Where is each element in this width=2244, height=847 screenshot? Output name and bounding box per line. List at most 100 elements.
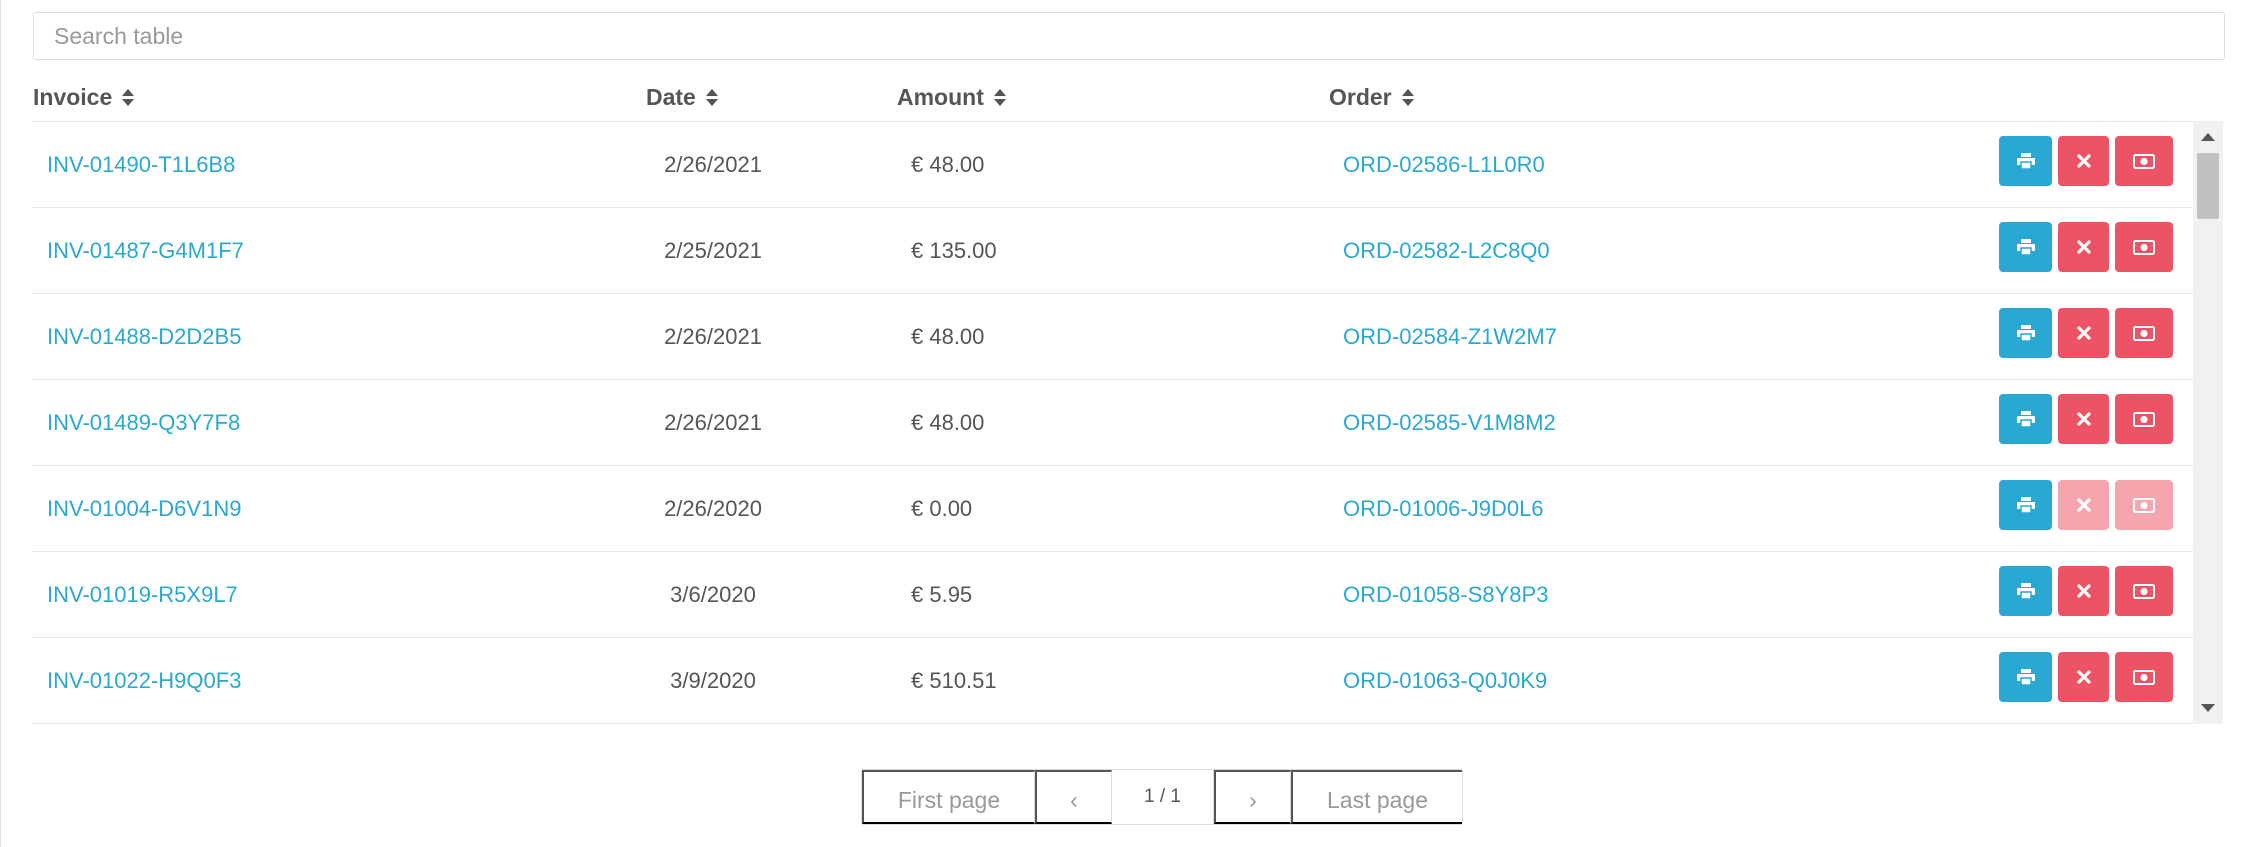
print-button[interactable] <box>1999 394 2052 444</box>
print-button[interactable] <box>1999 652 2052 702</box>
amount-cell: € 48.00 <box>911 324 985 349</box>
invoice-link[interactable]: INV-01488-D2D2B5 <box>47 294 241 379</box>
row-actions <box>1999 222 2173 272</box>
cancel-button[interactable] <box>2058 394 2109 444</box>
invoices-panel: Invoice Date Amount Order INV-01490-T1L6… <box>0 0 2244 847</box>
order-link[interactable]: ORD-02582-L2C8Q0 <box>1343 208 1550 293</box>
money-icon <box>2133 239 2155 255</box>
sort-icon <box>705 89 718 106</box>
refund-button[interactable] <box>2115 222 2173 272</box>
table-scrollbar[interactable] <box>2193 121 2223 724</box>
scroll-up-arrow-icon[interactable] <box>2201 133 2215 141</box>
row-actions <box>1999 394 2173 444</box>
print-button[interactable] <box>1999 566 2052 616</box>
scroll-thumb[interactable] <box>2197 153 2219 219</box>
amount-cell: € 510.51 <box>911 668 997 693</box>
print-icon <box>2016 411 2035 427</box>
cancel-button[interactable] <box>2058 652 2109 702</box>
print-button[interactable] <box>1999 480 2052 530</box>
print-button[interactable] <box>1999 222 2052 272</box>
print-icon <box>2016 239 2035 255</box>
cancel-button <box>2058 480 2109 530</box>
scroll-down-arrow-icon[interactable] <box>2201 704 2215 712</box>
date-cell: 2/26/2021 <box>664 410 762 435</box>
previous-page-button[interactable]: ‹ <box>1035 770 1112 824</box>
sort-icon <box>993 89 1006 106</box>
amount-cell: € 48.00 <box>911 410 985 435</box>
table-body: INV-01490-T1L6B8 2/26/2021 € 48.00 ORD-0… <box>33 121 2193 725</box>
order-link[interactable]: ORD-02585-V1M8M2 <box>1343 380 1556 465</box>
money-icon <box>2133 153 2155 169</box>
money-icon <box>2133 669 2155 685</box>
column-header-invoice[interactable]: Invoice <box>33 84 135 111</box>
money-icon <box>2133 325 2155 341</box>
print-button[interactable] <box>1999 308 2052 358</box>
sort-icon <box>1401 89 1414 106</box>
table-row: INV-01019-R5X9L7 3/6/2020 € 5.95 ORD-010… <box>33 552 2193 638</box>
order-link[interactable]: ORD-02584-Z1W2M7 <box>1343 294 1557 379</box>
table-row: INV-01487-G4M1F7 2/25/2021 € 135.00 ORD-… <box>33 208 2193 294</box>
column-header-order[interactable]: Order <box>1329 84 1414 111</box>
column-header-label: Order <box>1329 84 1392 110</box>
column-header-date[interactable]: Date <box>646 84 718 111</box>
refund-button[interactable] <box>2115 308 2173 358</box>
date-cell: 2/26/2021 <box>664 152 762 177</box>
invoice-link[interactable]: INV-01004-D6V1N9 <box>47 466 241 551</box>
order-link[interactable]: ORD-01063-Q0J0K9 <box>1343 638 1547 723</box>
current-page-indicator: 1 / 1 <box>1112 770 1214 824</box>
refund-button[interactable] <box>2115 652 2173 702</box>
next-page-button[interactable]: › <box>1214 770 1291 824</box>
cancel-button[interactable] <box>2058 136 2109 186</box>
date-cell: 2/25/2021 <box>664 238 762 263</box>
row-actions <box>1999 480 2173 530</box>
row-actions <box>1999 566 2173 616</box>
close-icon <box>2076 240 2091 254</box>
row-actions <box>1999 308 2173 358</box>
order-link[interactable]: ORD-01058-S8Y8P3 <box>1343 552 1548 637</box>
column-header-label: Amount <box>897 84 984 110</box>
table-row: INV-01488-D2D2B5 2/26/2021 € 48.00 ORD-0… <box>33 294 2193 380</box>
date-cell: 2/26/2021 <box>664 324 762 349</box>
invoice-link[interactable]: INV-01490-T1L6B8 <box>47 122 235 207</box>
print-icon <box>2016 325 2035 341</box>
date-cell: 2/26/2020 <box>664 496 762 521</box>
close-icon <box>2076 584 2091 598</box>
close-icon <box>2076 412 2091 426</box>
invoice-link[interactable]: INV-01487-G4M1F7 <box>47 208 244 293</box>
cancel-button[interactable] <box>2058 308 2109 358</box>
money-icon <box>2133 411 2155 427</box>
cancel-button[interactable] <box>2058 222 2109 272</box>
row-actions <box>1999 652 2173 702</box>
last-page-button[interactable]: Last page <box>1291 770 1462 824</box>
refund-button <box>2115 480 2173 530</box>
print-icon <box>2016 583 2035 599</box>
date-cell: 3/9/2020 <box>670 668 756 693</box>
print-button[interactable] <box>1999 136 2052 186</box>
amount-cell: € 48.00 <box>911 152 985 177</box>
order-link[interactable]: ORD-02586-L1L0R0 <box>1343 122 1545 207</box>
first-page-button[interactable]: First page <box>862 770 1035 824</box>
close-icon <box>2076 670 2091 684</box>
print-icon <box>2016 153 2035 169</box>
refund-button[interactable] <box>2115 136 2173 186</box>
table-row: INV-01022-H9Q0F3 3/9/2020 € 510.51 ORD-0… <box>33 638 2193 724</box>
refund-button[interactable] <box>2115 566 2173 616</box>
sort-icon <box>122 89 135 106</box>
table-header: Invoice Date Amount Order <box>33 78 2193 122</box>
cancel-button[interactable] <box>2058 566 2109 616</box>
invoice-link[interactable]: INV-01019-R5X9L7 <box>47 552 238 637</box>
print-icon <box>2016 669 2035 685</box>
close-icon <box>2076 154 2091 168</box>
column-header-label: Invoice <box>33 84 113 110</box>
invoice-link[interactable]: INV-01489-Q3Y7F8 <box>47 380 240 465</box>
table-row: INV-01489-Q3Y7F8 2/26/2021 € 48.00 ORD-0… <box>33 380 2193 466</box>
order-link[interactable]: ORD-01006-J9D0L6 <box>1343 466 1544 551</box>
row-actions <box>1999 136 2173 186</box>
search-input[interactable] <box>33 12 2225 60</box>
amount-cell: € 5.95 <box>911 582 973 607</box>
invoice-link[interactable]: INV-01022-H9Q0F3 <box>47 638 241 723</box>
refund-button[interactable] <box>2115 394 2173 444</box>
pagination: First page ‹ 1 / 1 › Last page <box>861 769 1463 825</box>
amount-cell: € 0.00 <box>911 496 973 521</box>
column-header-amount[interactable]: Amount <box>897 84 1006 111</box>
